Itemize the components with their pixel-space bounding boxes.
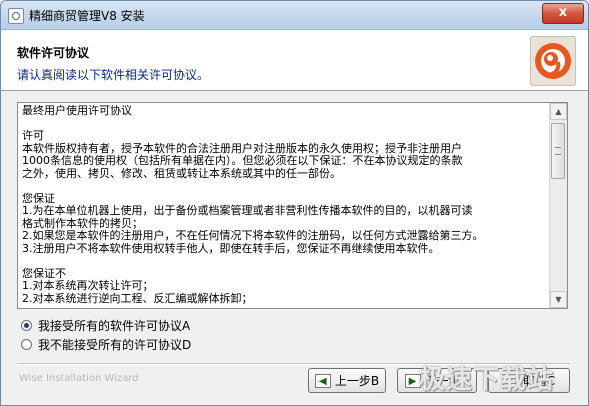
app-icon xyxy=(8,8,24,24)
decline-radio-label[interactable]: 我不能接受所有的许可协议D xyxy=(38,336,191,353)
close-button[interactable]: x xyxy=(542,3,584,24)
page-title: 软件许可协议 xyxy=(17,46,90,60)
back-button-label: 上一步B xyxy=(334,374,380,388)
license-text: 最终用户使用许可协议 许可 本软件版权持有者，授予本软件的合法注册用户对注册版本… xyxy=(22,105,484,305)
accept-radio-label[interactable]: 我接受所有的软件许可协议A xyxy=(38,317,190,334)
back-arrow-icon: ◀ xyxy=(314,373,331,388)
radio-checked-icon[interactable] xyxy=(21,320,32,331)
page-subtitle: 请认真阅读以下软件相关许可协议。 xyxy=(17,68,210,82)
footer-watermark: Wise Installation Wizard xyxy=(19,373,139,384)
wizard-header: 软件许可协议 请认真阅读以下软件相关许可协议。 xyxy=(1,30,588,91)
logo-swirl-icon xyxy=(535,43,571,79)
product-logo xyxy=(530,36,576,86)
back-button[interactable]: ◀ 上一步B xyxy=(308,368,386,393)
installer-window: 精细商贸管理V8 安装 x 软件许可协议 请认真阅读以下软件相关许可协议。 最终… xyxy=(0,0,589,406)
accept-radio[interactable]: 我接受所有的软件许可协议A xyxy=(21,317,190,334)
site-watermark: 极速下载站 xyxy=(419,365,555,395)
scroll-thumb[interactable] xyxy=(551,123,565,179)
decline-radio[interactable]: 我不能接受所有的许可协议D xyxy=(21,336,191,353)
license-text-box[interactable]: 最终用户使用许可协议 许可 本软件版权持有者，授予本软件的合法注册用户对注册版本… xyxy=(17,102,568,309)
radio-unchecked-icon[interactable] xyxy=(21,339,32,350)
window-title: 精细商贸管理V8 安装 xyxy=(29,9,145,23)
license-scrollbar[interactable]: ▲ ▼ xyxy=(549,103,567,308)
title-bar[interactable]: 精细商贸管理V8 安装 x xyxy=(1,1,588,30)
scroll-up-icon[interactable]: ▲ xyxy=(550,103,567,120)
scroll-down-icon[interactable]: ▼ xyxy=(550,291,567,308)
